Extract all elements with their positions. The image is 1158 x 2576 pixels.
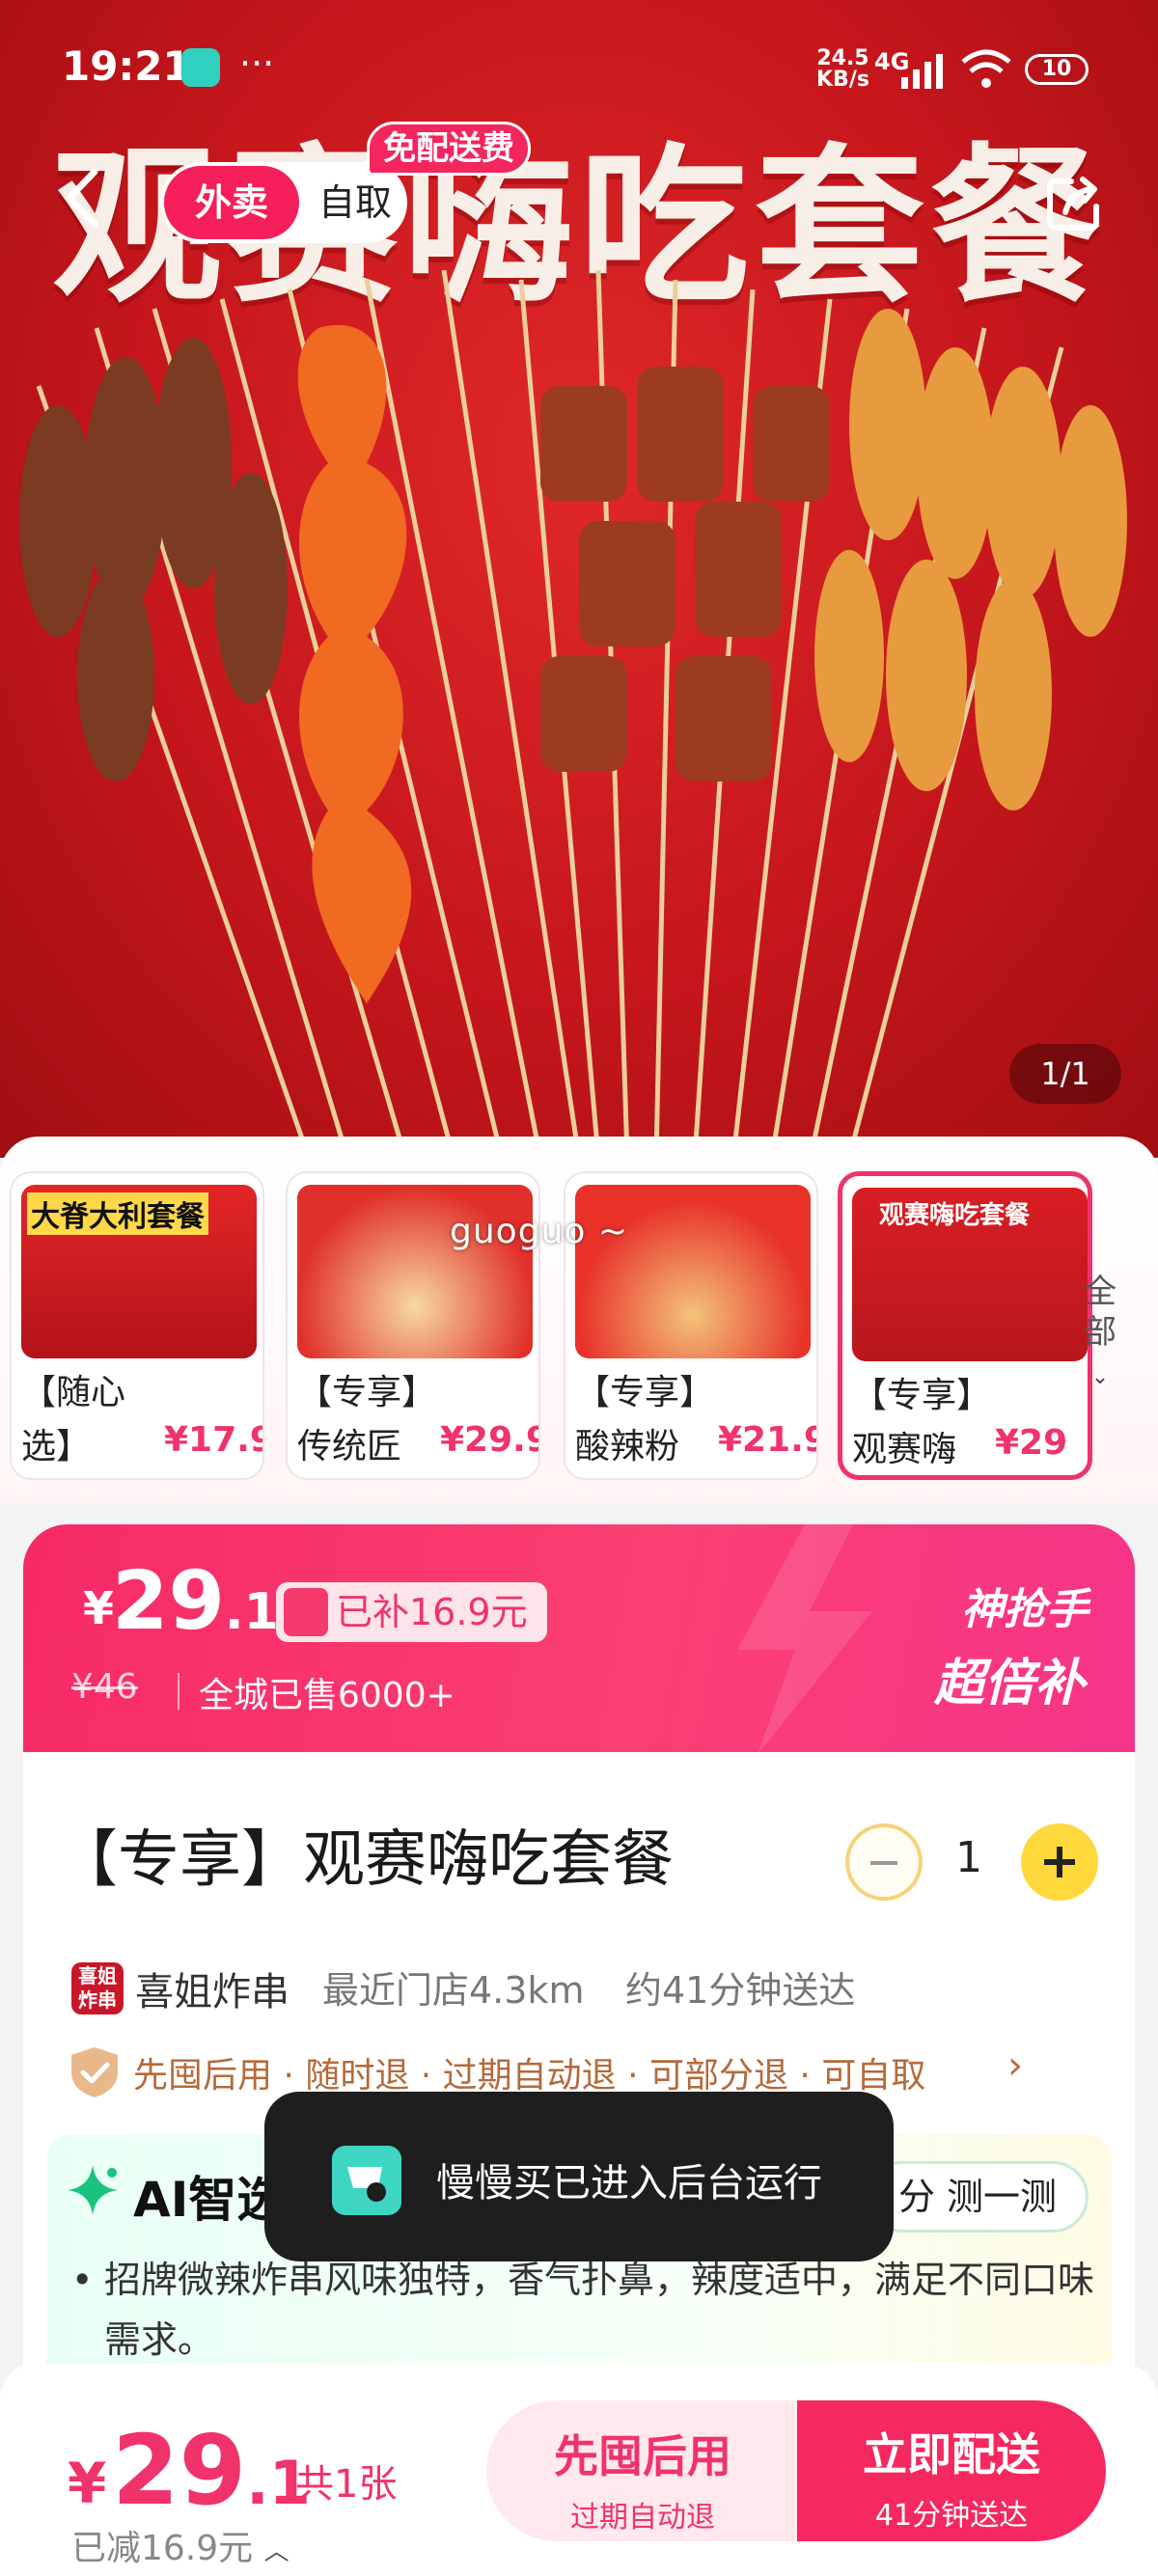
delivery-eta: 约41分钟送达 <box>625 1969 856 2012</box>
sold-count: 全城已售6000+ <box>199 1676 455 1715</box>
tab-pickup[interactable]: 自取 <box>307 166 403 239</box>
deliver-now-button[interactable]: 立即配送 41分钟送达 <box>797 2400 1106 2541</box>
back-arrow-icon[interactable] <box>54 164 112 232</box>
status-bar: 19:21 ··· 24.5 KB/s 4G 10 <box>0 0 1158 135</box>
buy-later-sublabel: 过期自动退 <box>570 2501 715 2535</box>
battery-icon: 10 <box>1025 54 1089 85</box>
package-thumbnail: 观赛嗨吃套餐 <box>852 1188 1088 1361</box>
total-currency: ¥ <box>68 2451 107 2516</box>
package-card-selected[interactable]: 观赛嗨吃套餐 【专享】观赛嗨吃… ¥29 <box>838 1171 1092 1480</box>
skewers-illustration <box>19 270 1127 1158</box>
toast-notification: 慢慢买已进入后台运行 <box>264 2092 894 2261</box>
product-title: 【专享】观赛嗨吃套餐 <box>56 1824 674 1896</box>
package-selector: 大脊大利套餐 【随心选】大“脊”… ¥17.9 【专享】传统匠心… ¥29.9 … <box>0 1137 1158 1503</box>
free-delivery-badge: 免配送费 <box>367 122 531 176</box>
network-speed-unit: KB/s <box>816 68 869 92</box>
subsidy-text: 已补16.9元 <box>336 1591 528 1633</box>
view-all-packages-button[interactable]: 全 部 ⌄ <box>1071 1272 1129 1398</box>
package-price: ¥29 <box>995 1423 1068 1463</box>
store-name[interactable]: 喜姐炸串 <box>135 1960 290 2016</box>
watermark-text: guoguo ~ <box>450 1212 628 1251</box>
package-thumbnail: 大脊大利套餐 <box>21 1185 257 1358</box>
total-price: 29.1 <box>112 2414 311 2527</box>
network-speed: 24.5 KB/s <box>816 48 869 91</box>
divider <box>178 1673 179 1710</box>
store-logo: 喜姐炸串 <box>71 1962 124 2014</box>
bottom-action-bar: ¥ 29.1 共1张 已减16.9元 ︿ 先囤后用 过期自动退 立即配送 41分… <box>0 2364 1158 2576</box>
original-price: ¥46 <box>71 1667 138 1707</box>
voucher-count: 共1张 <box>295 2462 398 2507</box>
sparkle-icon <box>68 2165 118 2215</box>
view-all-label-2: 部 <box>1084 1313 1117 1352</box>
discount-summary[interactable]: 已减16.9元 ︿ <box>71 2520 290 2570</box>
package-thumbnail-text: 大脊大利套餐 <box>27 1192 208 1235</box>
store-distance: 最近门店4.3km <box>322 1969 585 2012</box>
package-card[interactable]: 大脊大利套餐 【随心选】大“脊”… ¥17.9 <box>10 1171 264 1480</box>
package-thumbnail <box>575 1185 811 1358</box>
package-price: ¥17.9 <box>164 1420 264 1460</box>
view-all-label-1: 全 <box>1084 1273 1117 1311</box>
package-thumbnail-text: 观赛嗨吃套餐 <box>879 1201 1031 1230</box>
price-currency: ¥ <box>83 1582 115 1634</box>
signal-icon <box>901 54 943 89</box>
package-name: 【专享】传统匠心… <box>297 1373 437 1466</box>
ai-description: • 招牌微辣炸串风味独特，香气扑鼻，辣度适中，满足不同口味需求。 <box>71 2250 1094 2370</box>
share-icon[interactable] <box>1042 172 1106 235</box>
ai-title: AI智选 <box>133 2172 286 2228</box>
deliver-now-label: 立即配送 <box>863 2428 1040 2480</box>
discount-text: 已减16.9元 <box>71 2529 254 2568</box>
bullet-icon: • <box>71 2259 94 2301</box>
package-name: 【随心选】大“脊”… <box>21 1373 126 1466</box>
price-decimal: .1 <box>224 1583 279 1641</box>
hero-image: 观赛嗨吃套餐 19:21 ··· 24.5 KB/s 4G 10 外卖 自取 免… <box>0 0 1158 1158</box>
price-amount: 29.1 <box>112 1553 279 1648</box>
deliver-now-sublabel: 41分钟送达 <box>874 2499 1029 2533</box>
ai-test-button[interactable]: 分 测一测 <box>867 2161 1089 2233</box>
lightning-icon <box>284 1588 328 1636</box>
package-name: 【专享】酸辣粉解… <box>575 1373 715 1466</box>
guarantee-terms[interactable]: 先囤后用 · 随时退 · 过期自动退 · 可部分退 · 可自取 <box>133 2047 925 2097</box>
quantity-increase-button[interactable] <box>1021 1823 1098 1901</box>
quantity-decrease-button[interactable] <box>845 1823 923 1901</box>
chevron-right-icon[interactable]: › <box>1007 2043 1023 2088</box>
chevron-down-icon: ⌄ <box>1090 1365 1110 1389</box>
price-banner: ¥ 29.1 已补16.9元 ¥46 全城已售6000+ 神抢手 超倍补 <box>23 1524 1135 1756</box>
shield-check-icon <box>71 2047 118 2097</box>
image-counter: 1/1 <box>1009 1044 1121 1104</box>
buy-now-use-later-button[interactable]: 先囤后用 过期自动退 <box>486 2400 799 2541</box>
buy-later-label: 先囤后用 <box>554 2430 731 2482</box>
quantity-value: 1 <box>955 1833 982 1882</box>
subsidy-tag: 已补16.9元 <box>276 1582 547 1642</box>
package-name: 【专享】观赛嗨吃… <box>852 1376 992 1469</box>
slogan-line-2: 超倍补 <box>934 1655 1086 1713</box>
lightning-decoration-icon <box>737 1524 872 1756</box>
package-price: ¥29.9 <box>440 1420 540 1460</box>
status-time: 19:21 <box>62 42 191 90</box>
more-notifications-icon: ··· <box>239 42 275 85</box>
package-thumbnail <box>297 1185 533 1358</box>
chevron-up-icon: ︿ <box>263 2537 290 2566</box>
slogan-line-1: 神抢手 <box>961 1585 1089 1634</box>
tab-takeout[interactable]: 外卖 <box>164 166 299 239</box>
wifi-icon <box>961 49 1011 88</box>
product-detail: 【专享】观赛嗨吃套餐 1 喜姐炸串 喜姐炸串 最近门店4.3km 约41分钟送达… <box>23 1752 1135 2389</box>
app-notification-icon <box>181 48 220 87</box>
total-price-integer: 29 <box>112 2414 247 2527</box>
package-price: ¥21.9 <box>718 1420 818 1460</box>
price-integer: 29 <box>112 1553 225 1648</box>
cart-app-icon <box>332 2146 401 2215</box>
ai-description-text: 招牌微辣炸串风味独特，香气扑鼻，辣度适中，满足不同口味需求。 <box>104 2259 1095 2361</box>
toast-text: 慢慢买已进入后台运行 <box>436 2161 822 2206</box>
